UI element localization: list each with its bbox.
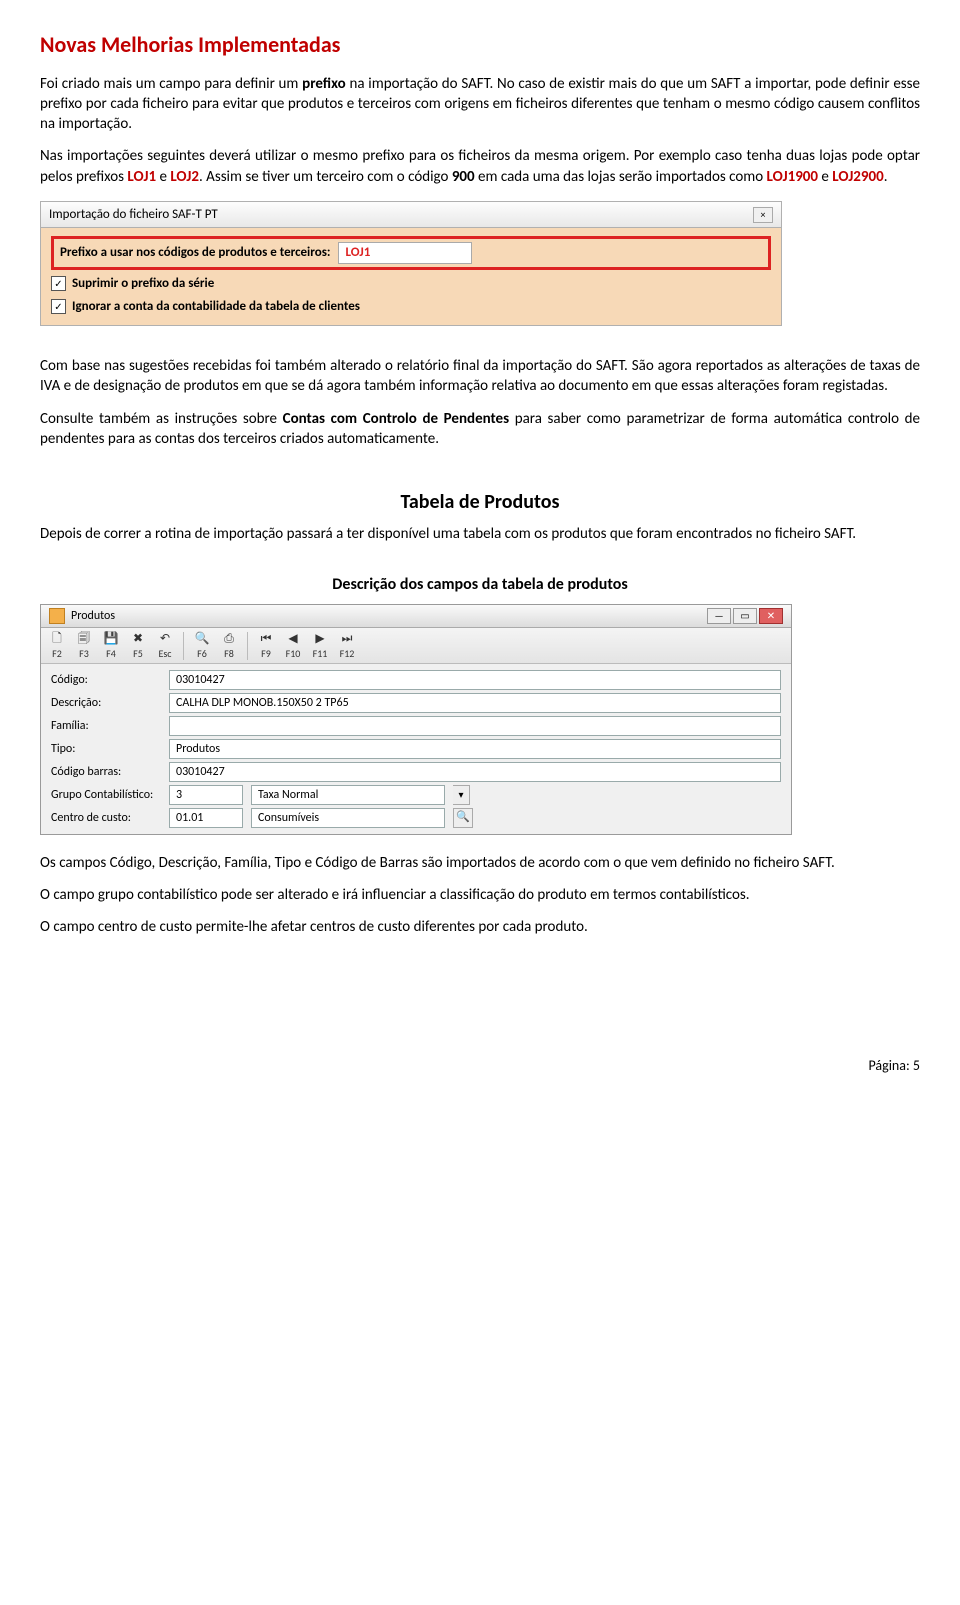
checkbox-checked-icon[interactable]: ✓ bbox=[51, 299, 66, 314]
chevron-down-icon[interactable]: ▾ bbox=[453, 785, 470, 805]
key-label: F9 bbox=[261, 647, 271, 661]
suppress-series-option[interactable]: ✓ Suprimir o prefixo da série bbox=[51, 275, 771, 293]
page-footer: Página: 5 bbox=[40, 1057, 920, 1076]
text: . bbox=[884, 168, 888, 186]
ignore-account-option[interactable]: ✓ Ignorar a conta da contabilidade da ta… bbox=[51, 298, 771, 316]
toolbar-f11[interactable]: ▶F11 bbox=[308, 630, 332, 662]
undo-icon: ↶ bbox=[157, 631, 173, 647]
produtos-window: Produtos — ▭ ✕ 🗋F2 🗐F3 💾F4 ✖F5 ↶Esc 🔍F6 … bbox=[40, 604, 792, 835]
search-icon[interactable]: 🔍 bbox=[453, 808, 473, 828]
next-icon: ▶ bbox=[312, 631, 328, 647]
pendentes-bold: Contas com Controlo de Pendentes bbox=[283, 410, 509, 428]
centro-custo-desc-input[interactable]: Consumíveis bbox=[251, 808, 445, 828]
toolbar-f8[interactable]: ⎙F8 bbox=[217, 630, 241, 662]
toolbar-f9[interactable]: ⏮F9 bbox=[254, 630, 278, 662]
paragraph-tabela: Depois de correr a rotina de importação … bbox=[40, 524, 920, 544]
close-icon[interactable]: × bbox=[753, 207, 773, 223]
key-label: F2 bbox=[52, 647, 62, 661]
maximize-icon[interactable]: ▭ bbox=[733, 608, 757, 624]
option-label: Ignorar a conta da contabilidade da tabe… bbox=[72, 298, 360, 316]
toolbar-esc[interactable]: ↶Esc bbox=[153, 630, 177, 662]
last-icon: ⏭ bbox=[339, 631, 355, 647]
codigo-barras-input[interactable]: 03010427 bbox=[169, 762, 781, 782]
descricao-input[interactable]: CALHA DLP MONOB.150X50 2 TP65 bbox=[169, 693, 781, 713]
grupo-desc-input[interactable]: Taxa Normal bbox=[251, 785, 445, 805]
delete-icon: ✖ bbox=[130, 631, 146, 647]
familia-label: Família: bbox=[51, 718, 161, 734]
key-label: F6 bbox=[197, 647, 207, 661]
centro-custo-label: Centro de custo: bbox=[51, 810, 161, 826]
paragraph-centro-custo: O campo centro de custo permite-lhe afet… bbox=[40, 917, 920, 937]
text: em cada uma das lojas serão importados c… bbox=[475, 168, 767, 186]
bold-prefixo: prefixo bbox=[302, 75, 346, 93]
window-titlebar: Produtos — ▭ ✕ bbox=[41, 605, 791, 628]
toolbar-f4[interactable]: 💾F4 bbox=[99, 630, 123, 662]
text: Foi criado mais um campo para definir um bbox=[40, 75, 302, 93]
page-title: Novas Melhorias Implementadas bbox=[40, 30, 920, 60]
checkbox-checked-icon[interactable]: ✓ bbox=[51, 276, 66, 291]
tipo-input[interactable]: Produtos bbox=[169, 739, 781, 759]
code-900: 900 bbox=[452, 168, 475, 186]
tipo-label: Tipo: bbox=[51, 741, 161, 757]
loj2-ref: LOJ2 bbox=[170, 168, 199, 186]
section-title-produtos: Tabela de Produtos bbox=[40, 489, 920, 516]
toolbar-f6[interactable]: 🔍F6 bbox=[190, 630, 214, 662]
familia-input[interactable] bbox=[169, 716, 781, 736]
dialog-titlebar: Importação do ficheiro SAF-T PT × bbox=[41, 202, 781, 229]
key-label: F3 bbox=[79, 647, 89, 661]
grupo-code-input[interactable]: 3 bbox=[169, 785, 243, 805]
prev-icon: ◀ bbox=[285, 631, 301, 647]
minimize-icon[interactable]: — bbox=[707, 608, 731, 624]
text: e bbox=[818, 168, 832, 186]
toolbar-f12[interactable]: ⏭F12 bbox=[335, 630, 359, 662]
toolbar-f10[interactable]: ◀F10 bbox=[281, 630, 305, 662]
toolbar-f3[interactable]: 🗐F3 bbox=[72, 630, 96, 662]
key-label: F8 bbox=[224, 647, 234, 661]
descricao-label: Descrição: bbox=[51, 695, 161, 711]
key-label: F4 bbox=[106, 647, 116, 661]
key-label: Esc bbox=[158, 647, 171, 661]
paragraph-grupo: O campo grupo contabilístico pode ser al… bbox=[40, 885, 920, 905]
dialog-title: Importação do ficheiro SAF-T PT bbox=[49, 206, 218, 224]
toolbar: 🗋F2 🗐F3 💾F4 ✖F5 ↶Esc 🔍F6 ⎙F8 ⏮F9 ◀F10 ▶F… bbox=[41, 628, 791, 664]
paragraph-campos: Os campos Código, Descrição, Família, Ti… bbox=[40, 853, 920, 873]
loj1-ref: LOJ1 bbox=[127, 168, 156, 186]
key-label: F12 bbox=[340, 647, 355, 661]
key-label: F10 bbox=[286, 647, 301, 661]
centro-custo-code-input[interactable]: 01.01 bbox=[169, 808, 243, 828]
loj1900-ref: LOJ1900 bbox=[767, 168, 818, 186]
paragraph-report: Com base nas sugestões recebidas foi tam… bbox=[40, 356, 920, 397]
text: e bbox=[156, 168, 170, 186]
search-icon: 🔍 bbox=[194, 631, 210, 647]
toolbar-f2[interactable]: 🗋F2 bbox=[45, 630, 69, 662]
subheading-campos: Descrição dos campos da tabela de produt… bbox=[40, 574, 920, 596]
product-form: Código: 03010427 Descrição: CALHA DLP MONO… bbox=[41, 664, 791, 834]
saft-import-dialog: Importação do ficheiro SAF-T PT × Prefix… bbox=[40, 201, 782, 326]
loj2900-ref: LOJ2900 bbox=[832, 168, 883, 186]
codigo-barras-label: Código barras: bbox=[51, 764, 161, 780]
window-title: Produtos bbox=[71, 608, 115, 624]
intro-paragraph-2: Nas importações seguintes deverá utiliza… bbox=[40, 146, 920, 187]
window-icon bbox=[49, 608, 65, 624]
close-icon[interactable]: ✕ bbox=[759, 608, 783, 624]
first-icon: ⏮ bbox=[258, 631, 274, 647]
prefix-input[interactable]: LOJ1 bbox=[338, 242, 472, 264]
grupo-label: Grupo Contabilístico: bbox=[51, 787, 161, 803]
prefix-label: Prefixo a usar nos códigos de produtos e… bbox=[60, 244, 330, 262]
intro-paragraph-1: Foi criado mais um campo para definir um… bbox=[40, 74, 920, 135]
codigo-input[interactable]: 03010427 bbox=[169, 670, 781, 690]
paragraph-pendentes: Consulte também as instruções sobre Cont… bbox=[40, 409, 920, 450]
key-label: F11 bbox=[313, 647, 328, 661]
text: . Assim se tiver um terceiro com o códig… bbox=[199, 168, 452, 186]
new-icon: 🗋 bbox=[49, 631, 65, 647]
codigo-label: Código: bbox=[51, 672, 161, 688]
print-icon: ⎙ bbox=[221, 631, 237, 647]
copy-icon: 🗐 bbox=[76, 631, 92, 647]
toolbar-f5[interactable]: ✖F5 bbox=[126, 630, 150, 662]
text: Consulte também as instruções sobre bbox=[40, 410, 283, 428]
prefix-highlight-row: Prefixo a usar nos códigos de produtos e… bbox=[51, 236, 771, 270]
option-label: Suprimir o prefixo da série bbox=[72, 275, 214, 293]
key-label: F5 bbox=[133, 647, 143, 661]
save-icon: 💾 bbox=[103, 631, 119, 647]
